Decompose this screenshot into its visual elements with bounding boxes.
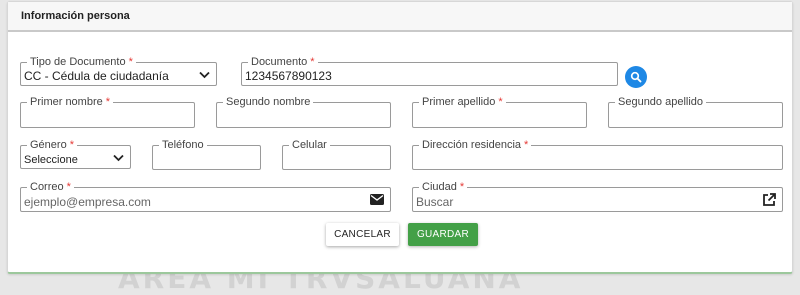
- save-button[interactable]: GUARDAR: [408, 223, 478, 246]
- gender-label: Género *: [27, 139, 77, 151]
- mobile-label: Celular: [289, 139, 330, 151]
- required-marker: *: [498, 96, 503, 108]
- second-name-field[interactable]: Segundo nombre: [216, 96, 391, 128]
- document-number-value: 1234567890123: [245, 69, 332, 83]
- first-name-field[interactable]: Primer nombre *: [20, 96, 195, 128]
- city-label: Ciudad *: [419, 181, 468, 193]
- mobile-field[interactable]: Celular: [282, 139, 391, 170]
- phone-field[interactable]: Teléfono: [152, 139, 261, 170]
- required-marker: *: [66, 181, 71, 193]
- address-field[interactable]: Dirección residencia *: [412, 139, 783, 170]
- document-type-label: Tipo de Documento *: [27, 56, 136, 68]
- search-icon: [630, 71, 642, 83]
- gender-value: Seleccione: [24, 154, 78, 166]
- required-marker: *: [105, 96, 111, 108]
- required-marker: *: [310, 56, 315, 68]
- required-marker: *: [128, 56, 133, 68]
- envelope-icon: [370, 194, 384, 205]
- first-surname-field[interactable]: Primer apellido *: [412, 96, 587, 128]
- document-type-select[interactable]: Tipo de Documento * CC - Cédula de ciudad…: [20, 56, 217, 86]
- email-placeholder: ejemplo@empresa.com: [24, 195, 151, 209]
- person-info-card: Información persona: [7, 1, 793, 274]
- card-header: Información persona: [8, 2, 792, 32]
- first-name-label: Primer nombre *: [27, 96, 114, 108]
- required-marker: *: [524, 139, 529, 151]
- phone-label: Teléfono: [159, 139, 207, 151]
- search-document-button[interactable]: [625, 66, 647, 88]
- gender-select[interactable]: Género * Seleccione: [20, 139, 131, 169]
- document-number-field[interactable]: Documento * 1234567890123: [241, 56, 618, 86]
- address-label: Dirección residencia *: [419, 139, 532, 151]
- second-name-label: Segundo nombre: [223, 96, 314, 108]
- second-surname-label: Segundo apellido: [615, 96, 707, 108]
- chevron-down-icon: [113, 154, 124, 162]
- email-field[interactable]: Correo * ejemplo@empresa.com: [20, 181, 391, 212]
- city-field[interactable]: Ciudad * Buscar: [412, 181, 783, 212]
- card-title: Información persona: [21, 10, 130, 22]
- first-surname-label: Primer apellido *: [419, 96, 506, 108]
- second-surname-field[interactable]: Segundo apellido: [608, 96, 783, 128]
- required-marker: *: [69, 139, 74, 151]
- document-number-label: Documento *: [248, 56, 318, 68]
- document-type-value: CC - Cédula de ciudadanía: [24, 69, 169, 83]
- city-placeholder: Buscar: [416, 195, 454, 209]
- email-label: Correo *: [27, 181, 74, 193]
- cancel-button[interactable]: CANCELAR: [326, 223, 399, 246]
- open-external-icon[interactable]: [762, 193, 776, 207]
- required-marker: *: [459, 181, 465, 193]
- chevron-down-icon: [199, 71, 210, 79]
